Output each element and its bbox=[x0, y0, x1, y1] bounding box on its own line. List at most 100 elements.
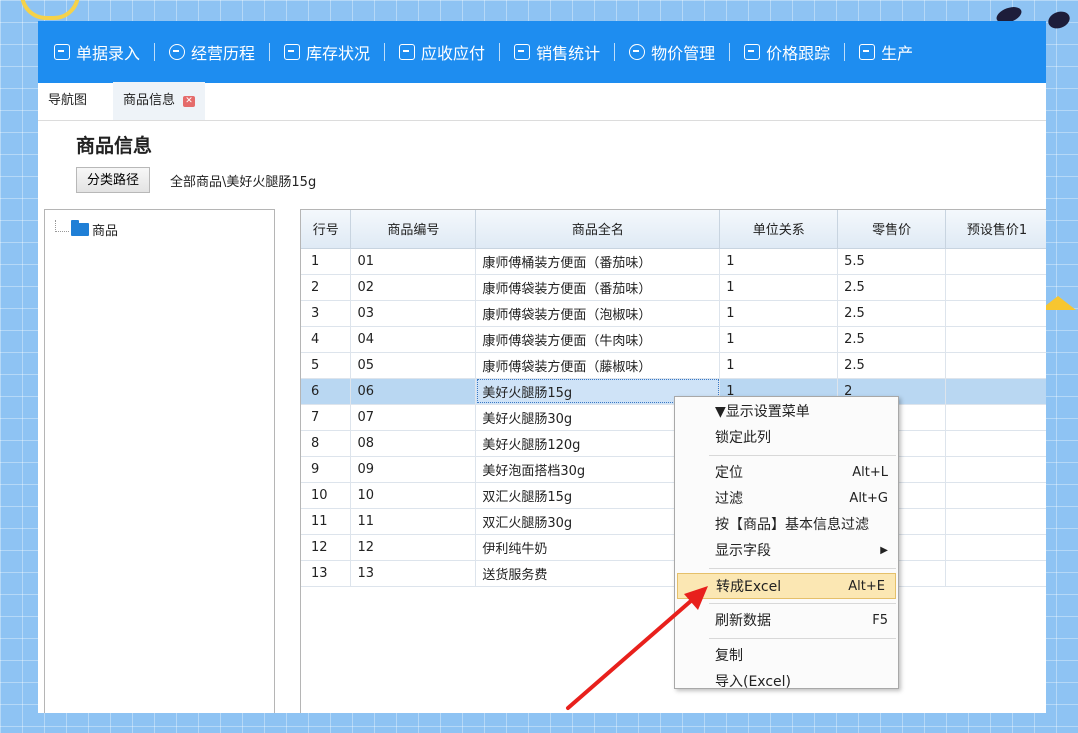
nav-separator bbox=[154, 43, 156, 61]
column-header[interactable]: 行号 bbox=[301, 210, 352, 249]
table-cell[interactable] bbox=[945, 326, 1046, 353]
nav-separator bbox=[499, 43, 501, 61]
menu-separator bbox=[709, 638, 896, 639]
edit-icon bbox=[54, 44, 70, 60]
menu-label: 导入(Excel) bbox=[715, 674, 792, 690]
nav-item-price-management[interactable]: 物价管理 bbox=[629, 40, 715, 64]
tab-product-info[interactable]: 商品信息 ✕ bbox=[113, 82, 206, 120]
table-cell[interactable] bbox=[945, 534, 1046, 561]
nav-item-production[interactable]: 生产 bbox=[859, 40, 913, 64]
close-icon[interactable]: ✕ bbox=[183, 95, 196, 107]
menu-label: 锁定此列 bbox=[715, 430, 771, 446]
table-cell[interactable] bbox=[945, 352, 1046, 379]
table-cell[interactable]: 10 bbox=[350, 482, 477, 509]
table-cell[interactable]: 8 bbox=[301, 430, 352, 457]
table-cell[interactable]: 12 bbox=[350, 534, 477, 561]
nav-item-document-entry[interactable]: 单据录入 bbox=[54, 40, 140, 64]
table-cell[interactable] bbox=[945, 274, 1046, 301]
table-row[interactable]: 2 02 康师傅袋装方便面（番茄味） 1 2.5 bbox=[301, 274, 1046, 301]
table-cell[interactable]: 01 bbox=[350, 248, 477, 275]
table-cell[interactable]: 2.5 bbox=[837, 300, 947, 327]
column-header[interactable]: 单位关系 bbox=[719, 210, 839, 249]
table-cell[interactable]: 5 bbox=[301, 352, 352, 379]
table-cell[interactable]: 4 bbox=[301, 326, 352, 353]
table-cell[interactable]: 10 bbox=[301, 482, 352, 509]
menu-item-filter-basic[interactable]: 按【商品】基本信息过滤 bbox=[675, 512, 898, 538]
menu-item-show-settings[interactable]: ▼显示设置菜单 bbox=[675, 399, 898, 425]
table-cell[interactable]: 2.5 bbox=[837, 326, 947, 353]
category-path-button[interactable]: 分类路径 bbox=[76, 167, 151, 193]
table-cell[interactable]: 1 bbox=[719, 326, 839, 353]
nav-separator bbox=[384, 43, 386, 61]
column-header[interactable]: 零售价 bbox=[837, 210, 947, 249]
table-row[interactable]: 1 01 康师傅桶装方便面（番茄味） 1 5.5 bbox=[301, 248, 1046, 275]
table-cell[interactable] bbox=[945, 430, 1046, 457]
table-row[interactable]: 3 03 康师傅袋装方便面（泡椒味） 1 2.5 bbox=[301, 300, 1046, 327]
table-cell[interactable]: 13 bbox=[301, 560, 352, 587]
table-cell[interactable]: 1 bbox=[719, 248, 839, 275]
nav-item-receivables[interactable]: 应收应付 bbox=[399, 40, 485, 64]
table-cell[interactable]: 2 bbox=[301, 274, 352, 301]
table-cell[interactable] bbox=[945, 248, 1046, 275]
menu-label: ▼显示设置菜单 bbox=[715, 404, 810, 420]
table-cell[interactable] bbox=[945, 508, 1046, 535]
table-row[interactable]: 5 05 康师傅袋装方便面（藤椒味） 1 2.5 bbox=[301, 352, 1046, 379]
table-cell[interactable]: 06 bbox=[350, 378, 477, 405]
nav-item-sales-stats[interactable]: 销售统计 bbox=[514, 40, 600, 64]
menu-item-refresh[interactable]: 刷新数据 F5 bbox=[675, 608, 898, 634]
table-cell[interactable] bbox=[945, 378, 1046, 405]
menu-item-show-fields[interactable]: 显示字段 ▶ bbox=[675, 538, 898, 564]
table-cell[interactable]: 7 bbox=[301, 404, 352, 431]
menu-item-import-excel[interactable]: 导入(Excel) bbox=[675, 669, 898, 695]
menu-item-copy[interactable]: 复制 bbox=[675, 643, 898, 669]
menu-label: 刷新数据 bbox=[715, 613, 771, 629]
menu-item-locate[interactable]: 定位 Alt+L bbox=[675, 460, 898, 486]
table-cell[interactable]: 04 bbox=[350, 326, 477, 353]
menu-item-lock-column[interactable]: 锁定此列 bbox=[675, 425, 898, 451]
table-cell[interactable]: 11 bbox=[301, 508, 352, 535]
table-cell[interactable]: 1 bbox=[719, 352, 839, 379]
table-cell[interactable]: 07 bbox=[350, 404, 477, 431]
nav-label: 应收应付 bbox=[421, 44, 486, 63]
table-cell[interactable] bbox=[945, 456, 1046, 483]
table-cell[interactable]: 康师傅袋装方便面（泡椒味） bbox=[475, 300, 721, 327]
table-cell[interactable]: 康师傅袋装方便面（藤椒味） bbox=[475, 352, 721, 379]
column-header[interactable]: 商品编号 bbox=[350, 210, 477, 249]
table-cell[interactable]: 12 bbox=[301, 534, 352, 561]
tree-node-root[interactable]: 商品 bbox=[55, 219, 119, 239]
table-cell[interactable] bbox=[945, 560, 1046, 587]
nav-item-inventory[interactable]: 库存状况 bbox=[284, 40, 370, 64]
table-cell[interactable]: 5.5 bbox=[837, 248, 947, 275]
tab-navigation[interactable]: 导航图 bbox=[38, 82, 97, 120]
table-cell[interactable] bbox=[945, 404, 1046, 431]
table-cell[interactable]: 1 bbox=[301, 248, 352, 275]
table-cell[interactable]: 11 bbox=[350, 508, 477, 535]
table-cell[interactable]: 03 bbox=[350, 300, 477, 327]
table-cell[interactable]: 康师傅桶装方便面（番茄味） bbox=[475, 248, 721, 275]
menu-item-filter[interactable]: 过滤 Alt+G bbox=[675, 486, 898, 512]
table-cell[interactable]: 1 bbox=[719, 274, 839, 301]
table-row[interactable]: 4 04 康师傅袋装方便面（牛肉味） 1 2.5 bbox=[301, 326, 1046, 353]
column-header[interactable]: 商品全名 bbox=[475, 210, 721, 249]
table-cell[interactable]: 2.5 bbox=[837, 352, 947, 379]
table-cell[interactable]: 6 bbox=[301, 378, 352, 405]
table-cell[interactable]: 康师傅袋装方便面（番茄味） bbox=[475, 274, 721, 301]
table-cell[interactable]: 2.5 bbox=[837, 274, 947, 301]
menu-item-to-excel[interactable]: 转成Excel Alt+E bbox=[677, 573, 896, 599]
top-nav: 单据录入 经营历程 库存状况 应收应付 销售统计 物价管理 价格跟踪 生产 bbox=[38, 21, 1046, 83]
table-cell[interactable]: 13 bbox=[350, 560, 477, 587]
table-cell[interactable]: 3 bbox=[301, 300, 352, 327]
table-cell[interactable]: 09 bbox=[350, 456, 477, 483]
table-cell[interactable] bbox=[945, 482, 1046, 509]
table-cell[interactable]: 02 bbox=[350, 274, 477, 301]
table-cell[interactable]: 1 bbox=[719, 300, 839, 327]
table-cell[interactable]: 康师傅袋装方便面（牛肉味） bbox=[475, 326, 721, 353]
tree-node-label: 商品 bbox=[92, 224, 119, 239]
table-cell[interactable] bbox=[945, 300, 1046, 327]
nav-item-business-history[interactable]: 经营历程 bbox=[169, 40, 255, 64]
column-header[interactable]: 预设售价1 bbox=[945, 210, 1046, 249]
table-cell[interactable]: 9 bbox=[301, 456, 352, 483]
table-cell[interactable]: 05 bbox=[350, 352, 477, 379]
nav-item-price-tracking[interactable]: 价格跟踪 bbox=[744, 40, 830, 64]
table-cell[interactable]: 08 bbox=[350, 430, 477, 457]
